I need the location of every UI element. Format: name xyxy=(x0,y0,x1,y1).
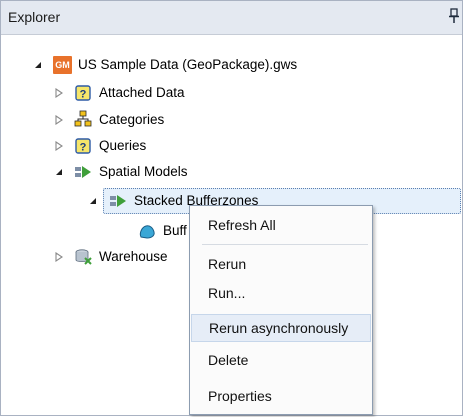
tree-item-spatial-models[interactable]: Spatial Models xyxy=(1,161,461,183)
menu-item-rerun-asynchronously[interactable]: Rerun asynchronously xyxy=(191,314,371,342)
categories-icon xyxy=(74,110,92,127)
explorer-title: Explorer xyxy=(8,9,61,25)
geomedia-workspace-icon: GM xyxy=(53,56,72,74)
menu-separator xyxy=(202,244,368,245)
collapsed-arrow-icon[interactable] xyxy=(54,115,64,125)
queries-icon: ? xyxy=(75,138,91,154)
svg-text:?: ? xyxy=(80,142,87,154)
tree-item-label: Queries xyxy=(99,138,147,153)
menu-item-delete[interactable]: Delete xyxy=(191,346,371,374)
collapsed-arrow-icon[interactable] xyxy=(54,88,64,98)
tree-item-attached-data[interactable]: ? Attached Data xyxy=(1,82,461,104)
menu-item-run[interactable]: Run... xyxy=(191,279,371,307)
menu-item-properties[interactable]: Properties xyxy=(191,382,371,410)
tree-item-label: Spatial Models xyxy=(99,164,188,179)
tree-item-categories[interactable]: Categories xyxy=(1,109,461,131)
explorer-titlebar: Explorer xyxy=(1,1,462,35)
attached-data-icon: ? xyxy=(75,85,91,101)
menu-item-rerun[interactable]: Rerun xyxy=(191,250,371,278)
expanded-arrow-icon[interactable] xyxy=(33,60,43,70)
expanded-arrow-icon[interactable] xyxy=(88,196,98,206)
tree-item-label: Buff xyxy=(163,223,187,238)
tree-item-label: Warehouse xyxy=(99,249,168,264)
tree-item-label: Categories xyxy=(99,112,165,127)
tree-item-queries[interactable]: ? Queries xyxy=(1,135,461,157)
explorer-panel: Explorer GM US Sample Data (GeoPackage).… xyxy=(0,0,463,416)
warehouse-icon xyxy=(75,249,92,265)
collapsed-arrow-icon[interactable] xyxy=(54,141,64,151)
menu-item-refresh-all[interactable]: Refresh All xyxy=(191,211,371,239)
tree-root[interactable]: GM US Sample Data (GeoPackage).gws xyxy=(1,54,461,76)
spatial-model-icon xyxy=(110,195,126,207)
spatial-models-icon xyxy=(75,166,91,178)
svg-text:?: ? xyxy=(80,89,87,101)
expanded-arrow-icon[interactable] xyxy=(54,167,64,177)
context-menu: Refresh All Rerun Run... Rerun asynchron… xyxy=(189,205,373,415)
collapsed-arrow-icon[interactable] xyxy=(54,252,64,262)
pin-icon[interactable] xyxy=(448,8,460,24)
buffer-zone-icon xyxy=(139,225,155,239)
tree-root-label: US Sample Data (GeoPackage).gws xyxy=(78,57,298,72)
tree-item-label: Attached Data xyxy=(99,85,185,100)
